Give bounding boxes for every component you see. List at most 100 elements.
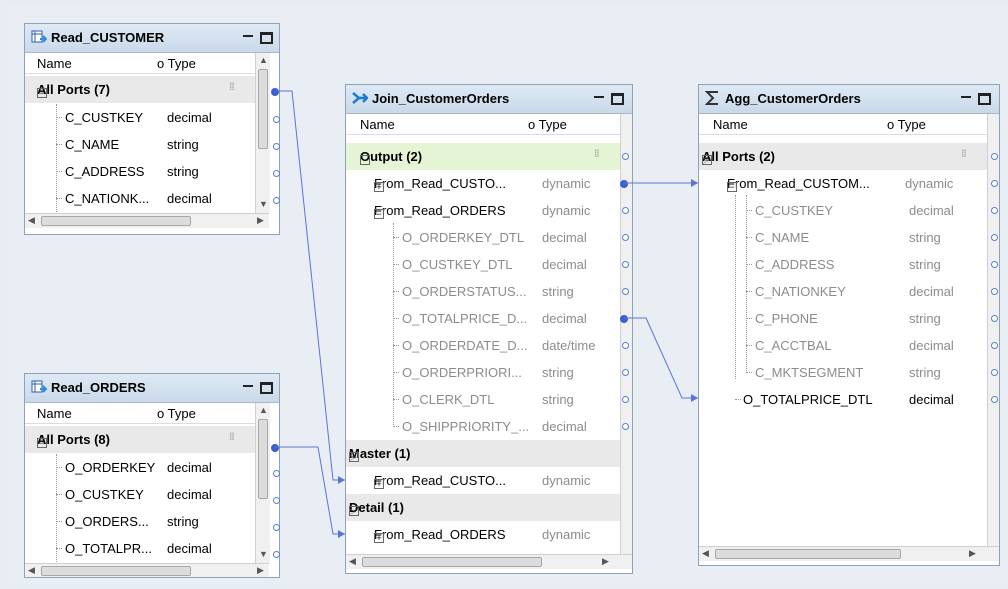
port-row[interactable]: O_TOTALPR... decimal xyxy=(25,535,257,562)
read-orders-panel[interactable]: Read_ORDERS Name o Type − All Ports (8) ⁞… xyxy=(24,373,280,578)
port-row[interactable]: O_ORDERKEY_DTL decimal xyxy=(346,224,620,251)
output-port[interactable] xyxy=(622,234,629,241)
output-port[interactable] xyxy=(991,315,998,322)
collapse-icon[interactable]: − xyxy=(37,438,47,448)
port-row[interactable]: O_CLERK_DTL string xyxy=(346,386,620,413)
output-port[interactable] xyxy=(273,170,280,177)
port-row[interactable]: C_NATIONK... decimal xyxy=(25,185,257,212)
collapse-icon[interactable]: − xyxy=(702,155,712,165)
expand-icon[interactable]: + xyxy=(374,479,384,489)
scroll-thumb[interactable] xyxy=(258,69,268,149)
aggregator-panel[interactable]: Agg_CustomerOrders Name o Type ▷ − All Por… xyxy=(698,84,1000,566)
vertical-scrollbar[interactable]: ▲ ▼ xyxy=(255,403,270,563)
port-row[interactable]: O_SHIPPRIORITY_... decimal xyxy=(346,413,620,440)
output-port[interactable] xyxy=(273,116,280,123)
scroll-thumb[interactable] xyxy=(41,216,191,226)
output-port[interactable] xyxy=(273,497,280,504)
port-row[interactable]: − From_Read_ORDERS dynamic xyxy=(346,197,620,224)
port-row[interactable]: C_ACCTBAL decimal xyxy=(699,332,987,359)
output-port[interactable] xyxy=(991,261,998,268)
output-port[interactable] xyxy=(622,261,629,268)
port-row[interactable]: O_ORDERKEY decimal xyxy=(25,454,257,481)
maximize-icon[interactable] xyxy=(260,32,273,44)
output-port[interactable] xyxy=(271,444,279,452)
output-port[interactable] xyxy=(991,234,998,241)
maximize-icon[interactable] xyxy=(978,93,991,105)
read-customer-panel[interactable]: Read_CUSTOMER Name o Type − All Ports (7)… xyxy=(24,23,280,235)
output-port[interactable] xyxy=(991,396,998,403)
output-port[interactable] xyxy=(991,207,998,214)
port-row[interactable]: C_ADDRESS string xyxy=(25,158,257,185)
port-row[interactable]: C_NATIONKEY decimal xyxy=(699,278,987,305)
collapse-icon[interactable]: − xyxy=(727,182,737,192)
vertical-scrollbar-track[interactable] xyxy=(987,114,999,546)
port-row[interactable]: C_MKTSEGMENT string xyxy=(699,359,987,386)
output-port[interactable] xyxy=(991,153,998,160)
expand-icon[interactable]: + xyxy=(374,182,384,192)
output-port[interactable] xyxy=(273,197,280,204)
port-row[interactable]: − From_Read_CUSTOM... dynamic xyxy=(699,170,987,197)
output-port[interactable] xyxy=(271,88,279,96)
output-port[interactable] xyxy=(991,288,998,295)
output-port[interactable] xyxy=(622,288,629,295)
port-row[interactable]: + From_Read_ORDERS dynamic xyxy=(346,521,620,548)
panel-header[interactable]: Agg_CustomerOrders xyxy=(699,85,999,114)
port-row[interactable]: O_CUSTKEY decimal xyxy=(25,481,257,508)
output-port[interactable] xyxy=(273,524,280,531)
panel-header[interactable]: Read_CUSTOMER xyxy=(25,24,279,53)
panel-header[interactable]: Join_CustomerOrders xyxy=(346,85,632,114)
collapse-icon[interactable]: − xyxy=(349,506,359,516)
port-row[interactable]: + From_Read_CUSTO... dynamic xyxy=(346,467,620,494)
group-output[interactable]: − Output (2) ⁞⁞ xyxy=(346,143,620,170)
horizontal-scrollbar[interactable]: ◀ ▶ xyxy=(25,213,269,228)
port-row[interactable]: O_ORDERDATE_D... date/time xyxy=(346,332,620,359)
port-row[interactable]: C_PHONE string xyxy=(699,305,987,332)
port-row[interactable]: C_CUSTKEY decimal xyxy=(699,197,987,224)
output-port[interactable] xyxy=(273,470,280,477)
scroll-thumb[interactable] xyxy=(41,566,191,576)
collapse-icon[interactable]: − xyxy=(37,88,47,98)
minimize-icon[interactable] xyxy=(594,88,604,98)
port-row[interactable]: O_TOTALPRICE_DTL decimal xyxy=(699,386,987,413)
port-row[interactable]: C_NAME string xyxy=(25,131,257,158)
port-row[interactable]: O_ORDERPRIORI... string xyxy=(346,359,620,386)
minimize-icon[interactable] xyxy=(243,377,253,387)
horizontal-scrollbar[interactable]: ◀ ▶ xyxy=(699,546,999,561)
output-port[interactable] xyxy=(622,396,629,403)
output-port[interactable] xyxy=(273,551,280,558)
vertical-scrollbar[interactable]: ▲ ▼ xyxy=(255,53,270,213)
output-port[interactable] xyxy=(622,153,629,160)
group-all-ports[interactable]: − All Ports (7) ⁞⁞ xyxy=(25,76,257,103)
output-port[interactable] xyxy=(622,369,629,376)
port-row[interactable]: + From_Read_CUSTO... dynamic xyxy=(346,170,620,197)
port-row[interactable]: O_ORDERS... string xyxy=(25,508,257,535)
minimize-icon[interactable] xyxy=(243,27,253,37)
scroll-thumb[interactable] xyxy=(715,549,901,559)
group-all-ports[interactable]: ▷ − All Ports (2) ⁞⁞ xyxy=(699,143,987,170)
output-port[interactable] xyxy=(991,342,998,349)
output-port[interactable] xyxy=(991,180,998,187)
maximize-icon[interactable] xyxy=(611,93,624,105)
scroll-thumb[interactable] xyxy=(258,419,268,499)
collapse-icon[interactable]: − xyxy=(360,155,370,165)
horizontal-scrollbar[interactable]: ◀ ▶ xyxy=(346,554,632,569)
collapse-icon[interactable]: − xyxy=(374,209,384,219)
output-port[interactable] xyxy=(622,342,629,349)
port-row[interactable]: O_CUSTKEY_DTL decimal xyxy=(346,251,620,278)
output-port[interactable] xyxy=(620,180,628,188)
port-row[interactable]: C_CUSTKEY decimal xyxy=(25,104,257,131)
output-port[interactable] xyxy=(273,143,280,150)
output-port[interactable] xyxy=(620,315,628,323)
maximize-icon[interactable] xyxy=(260,382,273,394)
minimize-icon[interactable] xyxy=(961,88,971,98)
panel-header[interactable]: Read_ORDERS xyxy=(25,374,279,403)
scroll-thumb[interactable] xyxy=(362,557,542,567)
joiner-panel[interactable]: Join_CustomerOrders Name o Type − Output … xyxy=(345,84,633,574)
output-port[interactable] xyxy=(622,207,629,214)
port-row[interactable]: C_NAME string xyxy=(699,224,987,251)
horizontal-scrollbar[interactable]: ◀ ▶ xyxy=(25,563,269,577)
group-detail[interactable]: ▷ − Detail (1) xyxy=(346,494,620,521)
output-port[interactable] xyxy=(622,423,629,430)
group-master[interactable]: ▷ − Master (1) xyxy=(346,440,620,467)
output-port[interactable] xyxy=(991,369,998,376)
